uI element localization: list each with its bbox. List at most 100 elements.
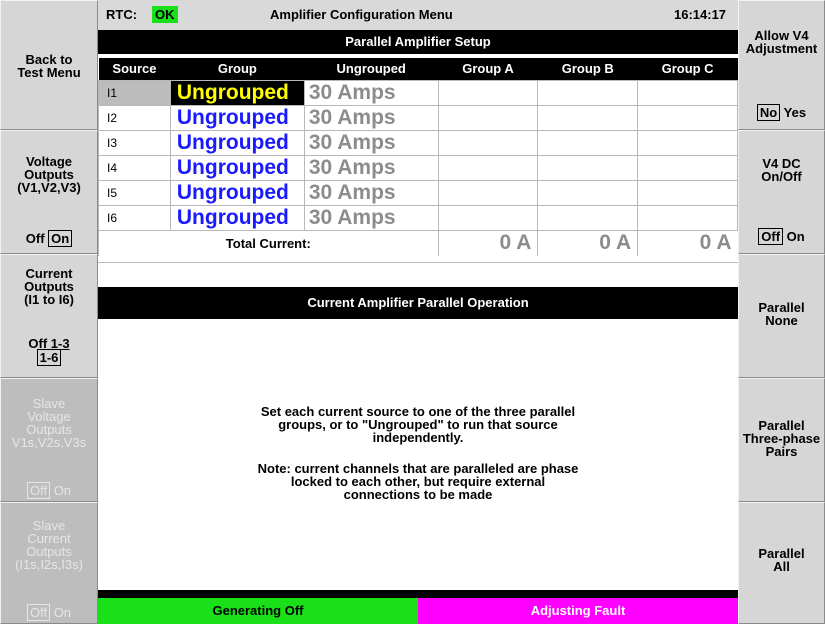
total-group-c: 0 A: [637, 230, 738, 256]
current-outputs-button[interactable]: Current Outputs (I1 to I6) Off 1-3 1-6: [0, 254, 98, 378]
group-cell[interactable]: Ungrouped: [169, 154, 305, 181]
column-header-group-a: Group A: [438, 58, 538, 80]
note-text: Note: current channels that are parallel…: [257, 461, 579, 502]
table-row[interactable]: I1 Ungrouped 30 Amps: [98, 79, 738, 106]
slave-current-label: Slave Current Outputs (I1s,I2s,I3s): [15, 518, 83, 572]
ungrouped-current-cell: 30 Amps: [303, 204, 439, 231]
panel-title: Current Amplifier Parallel Operation: [98, 287, 738, 319]
column-header-group: Group: [170, 58, 305, 80]
parallel-three-phase-pairs-button[interactable]: Parallel Three-phase Pairs: [738, 378, 825, 502]
slave-voltage-outputs-button[interactable]: Slave Voltage Outputs V1s,V2s,V3s Off On: [0, 378, 98, 502]
group-a-cell: [437, 179, 539, 206]
table-row[interactable]: I3 Ungrouped 30 Amps: [98, 129, 738, 156]
source-cell[interactable]: I1: [98, 79, 171, 106]
v4-dc-label: V4 DC On/Off: [761, 156, 802, 184]
current-outputs-label: Current Outputs (I1 to I6): [24, 266, 74, 307]
current-1-6-option: 1-6: [36, 349, 62, 366]
voltage-on-option: On: [48, 230, 73, 247]
group-b-cell: [537, 79, 639, 106]
column-header-group-b: Group B: [537, 58, 638, 80]
slave-voltage-options: Off On: [1, 482, 97, 499]
slave-voltage-off-option: Off: [26, 482, 51, 499]
allow-v4-no-option: No: [756, 104, 781, 121]
adjusting-fault-status: Adjusting Fault: [418, 598, 738, 624]
group-cell[interactable]: Ungrouped: [169, 129, 305, 156]
column-header-ungrouped: Ungrouped: [304, 58, 439, 80]
voltage-off-option: Off: [25, 231, 45, 246]
table-row[interactable]: I4 Ungrouped 30 Amps: [98, 154, 738, 181]
total-current-row: Total Current: 0 A 0 A 0 A: [98, 230, 738, 256]
source-cell[interactable]: I4: [98, 154, 171, 181]
clock-time: 16:14:17: [674, 7, 727, 22]
group-cell[interactable]: Ungrouped: [169, 104, 305, 131]
column-header-group-c: Group C: [637, 58, 738, 80]
ungrouped-current-cell: 30 Amps: [303, 104, 439, 131]
page-title: Amplifier Configuration Menu: [270, 7, 453, 22]
group-a-cell: [437, 129, 539, 156]
voltage-outputs-label: Voltage Outputs (V1,V2,V3): [17, 154, 81, 195]
parallel-setup-table: Source Group Ungrouped Group A Group B G…: [98, 58, 738, 256]
group-cell[interactable]: Ungrouped: [169, 79, 305, 106]
slave-voltage-label: Slave Voltage Outputs V1s,V2s,V3s: [11, 396, 87, 450]
slave-current-outputs-button[interactable]: Slave Current Outputs (I1s,I2s,I3s) Off …: [0, 502, 98, 624]
group-a-cell: [437, 79, 539, 106]
ungrouped-current-cell: 30 Amps: [303, 154, 439, 181]
allow-v4-yes-option: Yes: [783, 105, 807, 120]
column-header-source: Source: [98, 58, 171, 80]
rtc-status-badge: OK: [152, 6, 178, 23]
slave-current-options: Off On: [1, 604, 97, 621]
v4-dc-options: Off On: [739, 228, 824, 245]
ungrouped-current-cell: 30 Amps: [303, 129, 439, 156]
group-b-cell: [537, 204, 639, 231]
slave-current-on-option: On: [53, 605, 72, 620]
parallel-all-button[interactable]: Parallel All: [738, 502, 825, 624]
table-row[interactable]: I6 Ungrouped 30 Amps: [98, 204, 738, 231]
back-button-label: Back to Test Menu: [17, 52, 81, 80]
group-a-cell: [437, 204, 539, 231]
source-cell[interactable]: I3: [98, 129, 171, 156]
group-c-cell: [637, 179, 738, 206]
divider: [98, 262, 738, 286]
group-b-cell: [537, 154, 639, 181]
group-a-cell: [437, 104, 539, 131]
source-cell[interactable]: I2: [98, 104, 171, 131]
v4-dc-off-option: Off: [758, 228, 784, 245]
group-b-cell: [537, 129, 639, 156]
generating-status: Generating Off: [98, 598, 418, 624]
group-c-cell: [637, 129, 738, 156]
parallel-none-label: Parallel None: [758, 300, 805, 328]
source-cell[interactable]: I6: [98, 204, 171, 231]
table-header-row: Source Group Ungrouped Group A Group B G…: [98, 58, 738, 80]
voltage-outputs-button[interactable]: Voltage Outputs (V1,V2,V3) Off On: [0, 130, 98, 254]
slave-current-off-option: Off: [26, 604, 51, 621]
section-title: Parallel Amplifier Setup: [98, 30, 738, 54]
back-to-test-menu-button[interactable]: Back to Test Menu: [0, 0, 98, 130]
header-bar: RTC: OK Amplifier Configuration Menu 16:…: [98, 0, 738, 30]
source-cell[interactable]: I5: [98, 179, 171, 206]
parallel-three-phase-label: Parallel Three-phase Pairs: [742, 418, 821, 459]
slave-voltage-on-option: On: [53, 483, 72, 498]
group-cell[interactable]: Ungrouped: [169, 204, 305, 231]
status-divider: [98, 590, 738, 598]
parallel-none-button[interactable]: Parallel None: [738, 254, 825, 378]
ungrouped-current-cell: 30 Amps: [303, 179, 439, 206]
group-b-cell: [537, 104, 639, 131]
v4-dc-on-off-button[interactable]: V4 DC On/Off Off On: [738, 130, 825, 254]
table-row[interactable]: I5 Ungrouped 30 Amps: [98, 179, 738, 206]
voltage-outputs-options: Off On: [1, 230, 97, 247]
current-outputs-options: Off 1-3 1-6: [1, 337, 97, 366]
v4-dc-on-option: On: [786, 229, 805, 244]
table-row[interactable]: I2 Ungrouped 30 Amps: [98, 104, 738, 131]
group-cell[interactable]: Ungrouped: [169, 179, 305, 206]
total-current-label: Total Current:: [98, 230, 439, 256]
group-c-cell: [637, 104, 738, 131]
total-group-b: 0 A: [537, 230, 638, 256]
allow-v4-label: Allow V4 Adjustment: [745, 28, 818, 56]
instruction-text: Set each current source to one of the th…: [260, 404, 576, 445]
group-c-cell: [637, 204, 738, 231]
group-a-cell: [437, 154, 539, 181]
ungrouped-current-cell: 30 Amps: [303, 79, 439, 106]
allow-v4-adjustment-button[interactable]: Allow V4 Adjustment No Yes: [738, 0, 825, 130]
allow-v4-options: No Yes: [739, 104, 824, 121]
parallel-all-label: Parallel All: [758, 546, 805, 574]
